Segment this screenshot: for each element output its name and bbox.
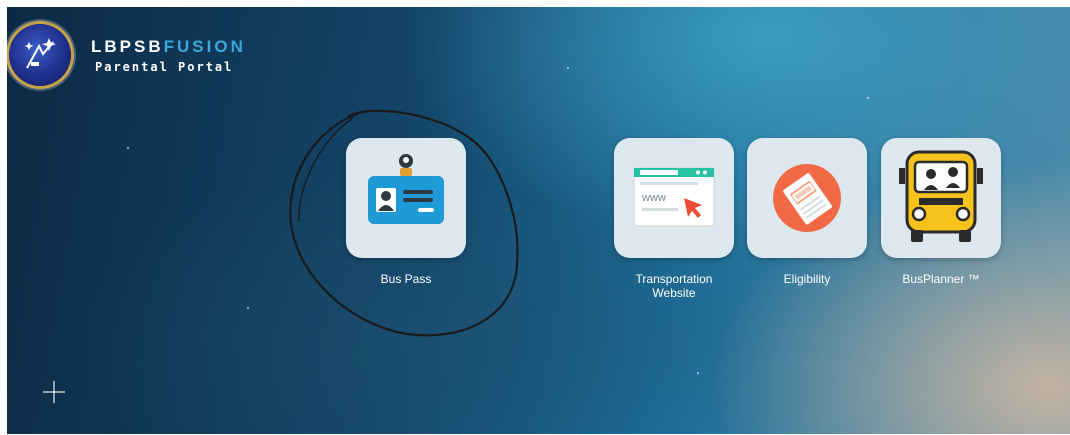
background-star [567, 67, 569, 69]
portal-logo[interactable]: LBPSBFUSION Parental Portal [7, 24, 246, 86]
school-bus-icon [899, 150, 983, 242]
bus-pass-tile[interactable]: Bus Pass [346, 138, 466, 286]
busplanner-button[interactable] [881, 138, 1001, 258]
portal-background: LBPSBFUSION Parental Portal Bus Pass www… [7, 7, 1070, 434]
background-star [867, 97, 869, 99]
transportation-website-button[interactable]: www [614, 138, 734, 258]
bus-pass-button[interactable] [346, 138, 466, 258]
portal-subtitle: Parental Portal [95, 59, 234, 74]
eligibility-tile[interactable]: Eligibility [747, 138, 867, 286]
logo-text: LBPSBFUSION Parental Portal [91, 37, 246, 74]
eligibility-label: Eligibility [783, 272, 831, 286]
stars-circle-logo-icon [9, 24, 71, 86]
busplanner-tile[interactable]: BusPlanner ™ [881, 138, 1001, 286]
transportation-website-tile[interactable]: www Transportation Website [614, 138, 734, 300]
brand-secondary: FUSION [163, 36, 246, 56]
browser-window-icon: www [633, 167, 715, 227]
busplanner-label: BusPlanner ™ [902, 272, 980, 286]
background-star [127, 147, 129, 149]
background-star [247, 307, 249, 309]
light-flare [43, 381, 65, 403]
ticket-icon [773, 164, 841, 232]
eligibility-button[interactable] [747, 138, 867, 258]
brand-primary: LBPSB [91, 36, 164, 56]
bus-pass-label: Bus Pass [380, 272, 432, 286]
www-text: www [641, 192, 666, 204]
id-card-icon [368, 154, 444, 224]
transportation-website-label: Transportation Website [635, 272, 713, 300]
background-star [697, 372, 699, 374]
brand-name: LBPSBFUSION [91, 37, 246, 57]
